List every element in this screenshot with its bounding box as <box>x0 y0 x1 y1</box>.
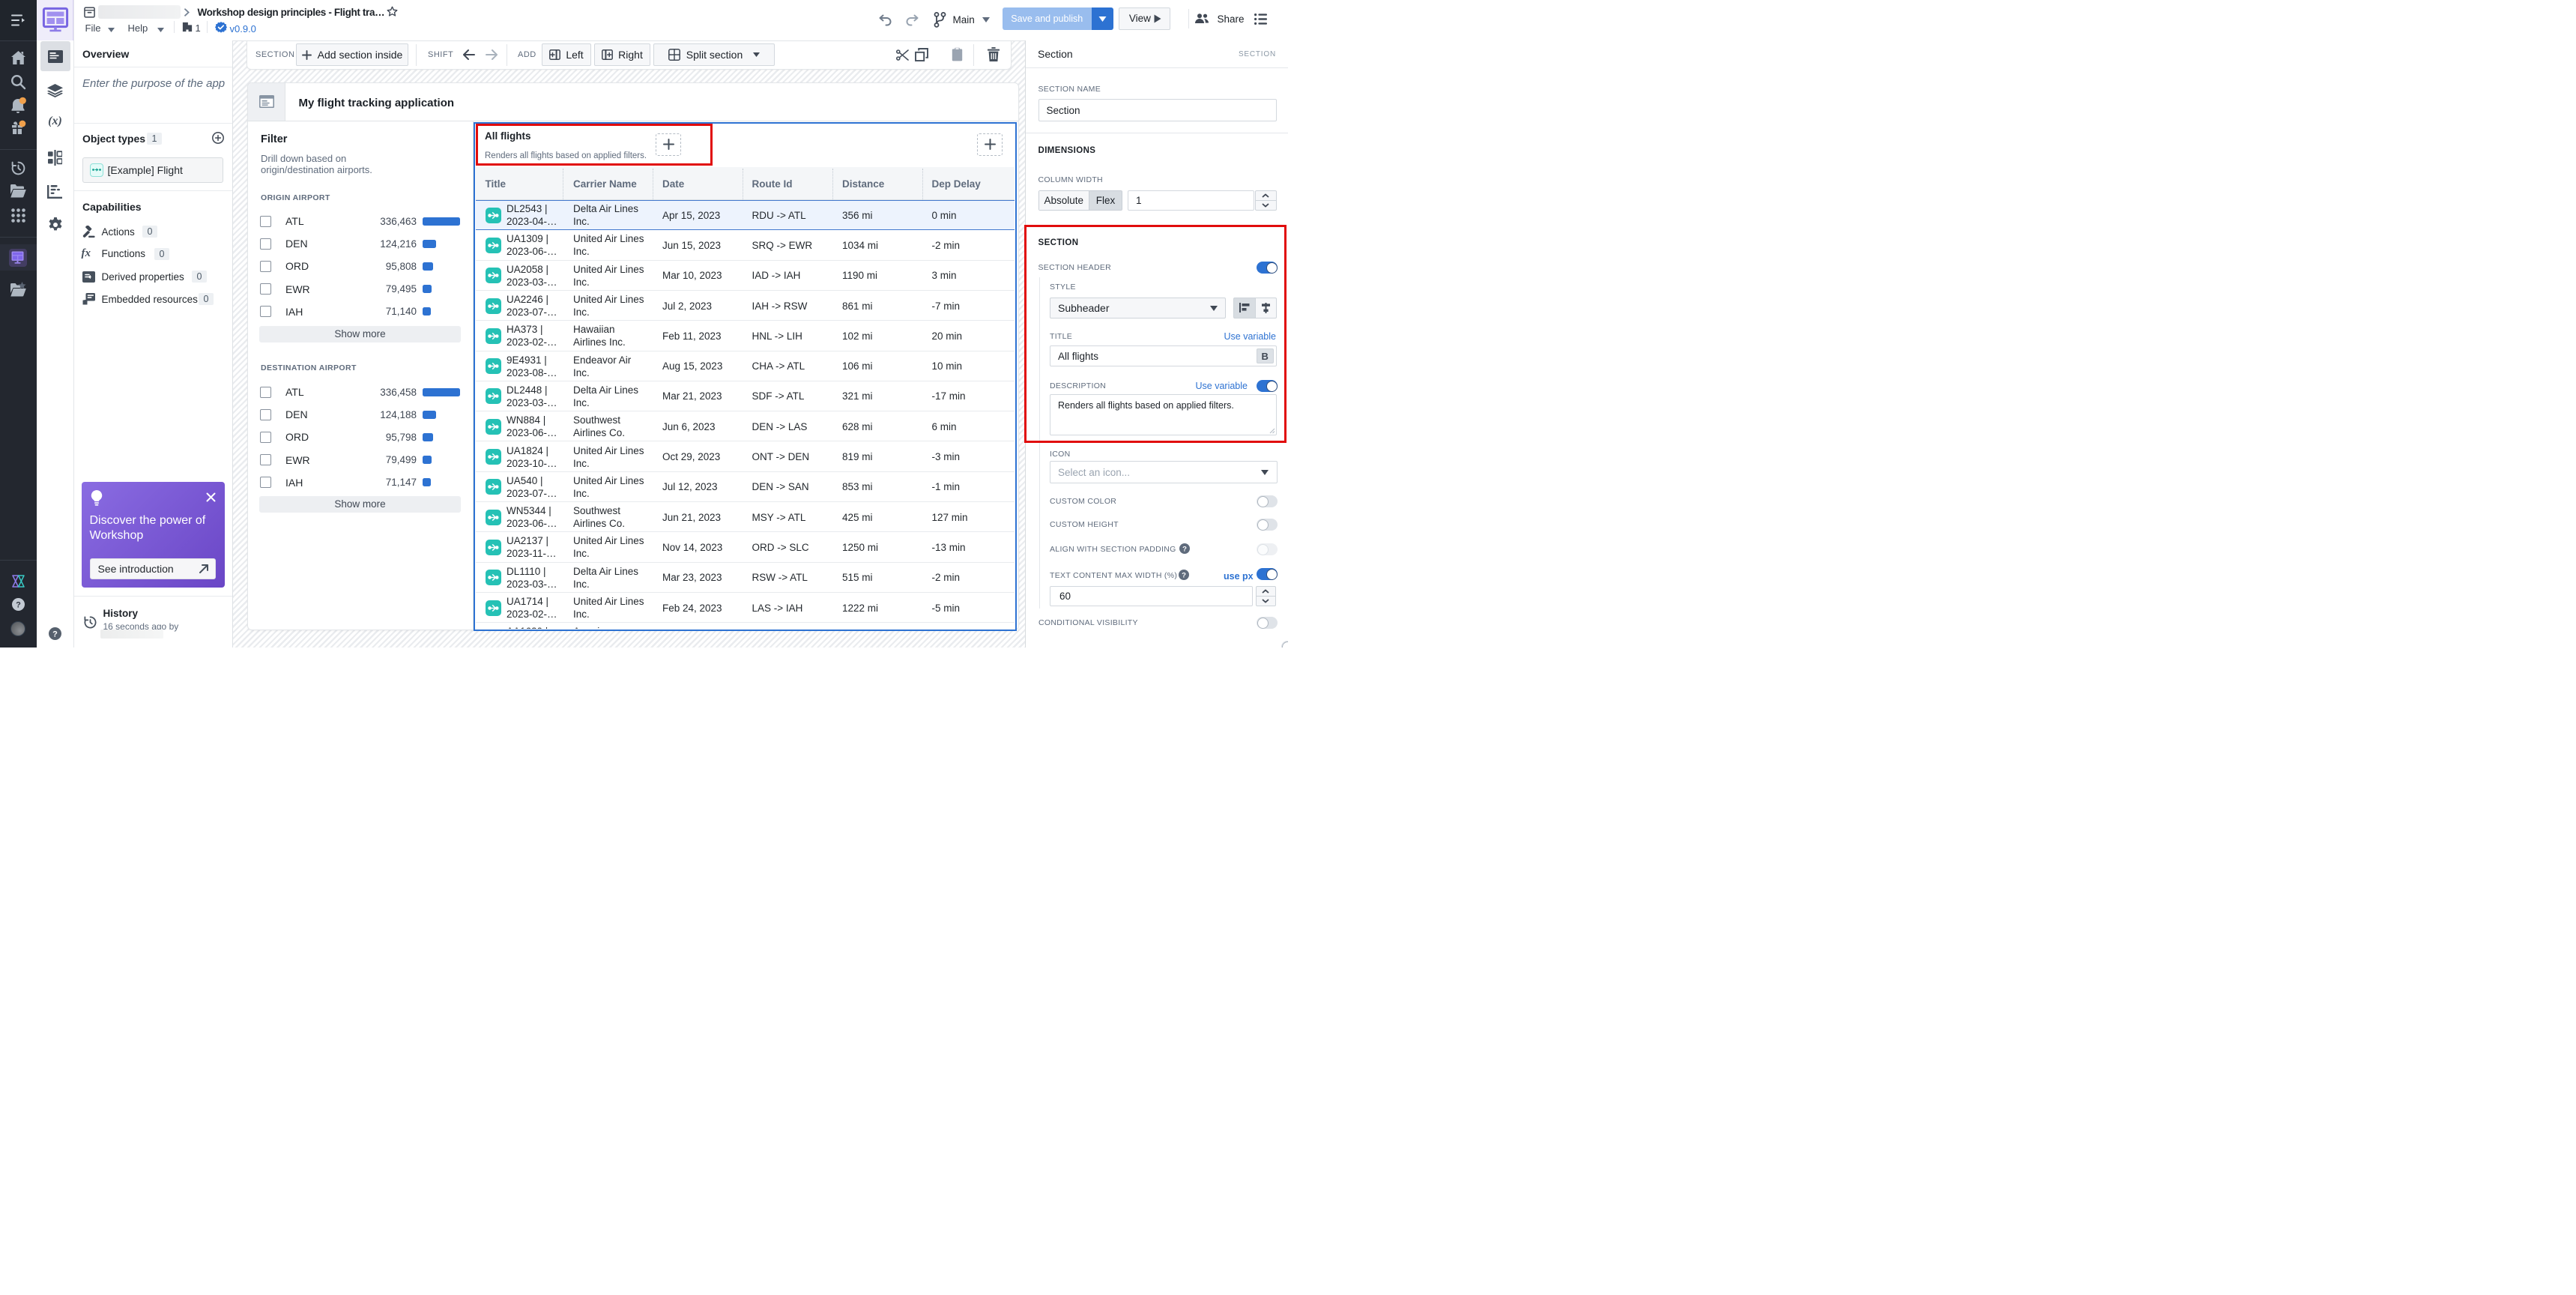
svg-text:?: ? <box>1182 571 1186 579</box>
svg-text:?: ? <box>1182 545 1187 553</box>
svg-text:?: ? <box>52 630 58 639</box>
svg-text:?: ? <box>16 600 21 609</box>
